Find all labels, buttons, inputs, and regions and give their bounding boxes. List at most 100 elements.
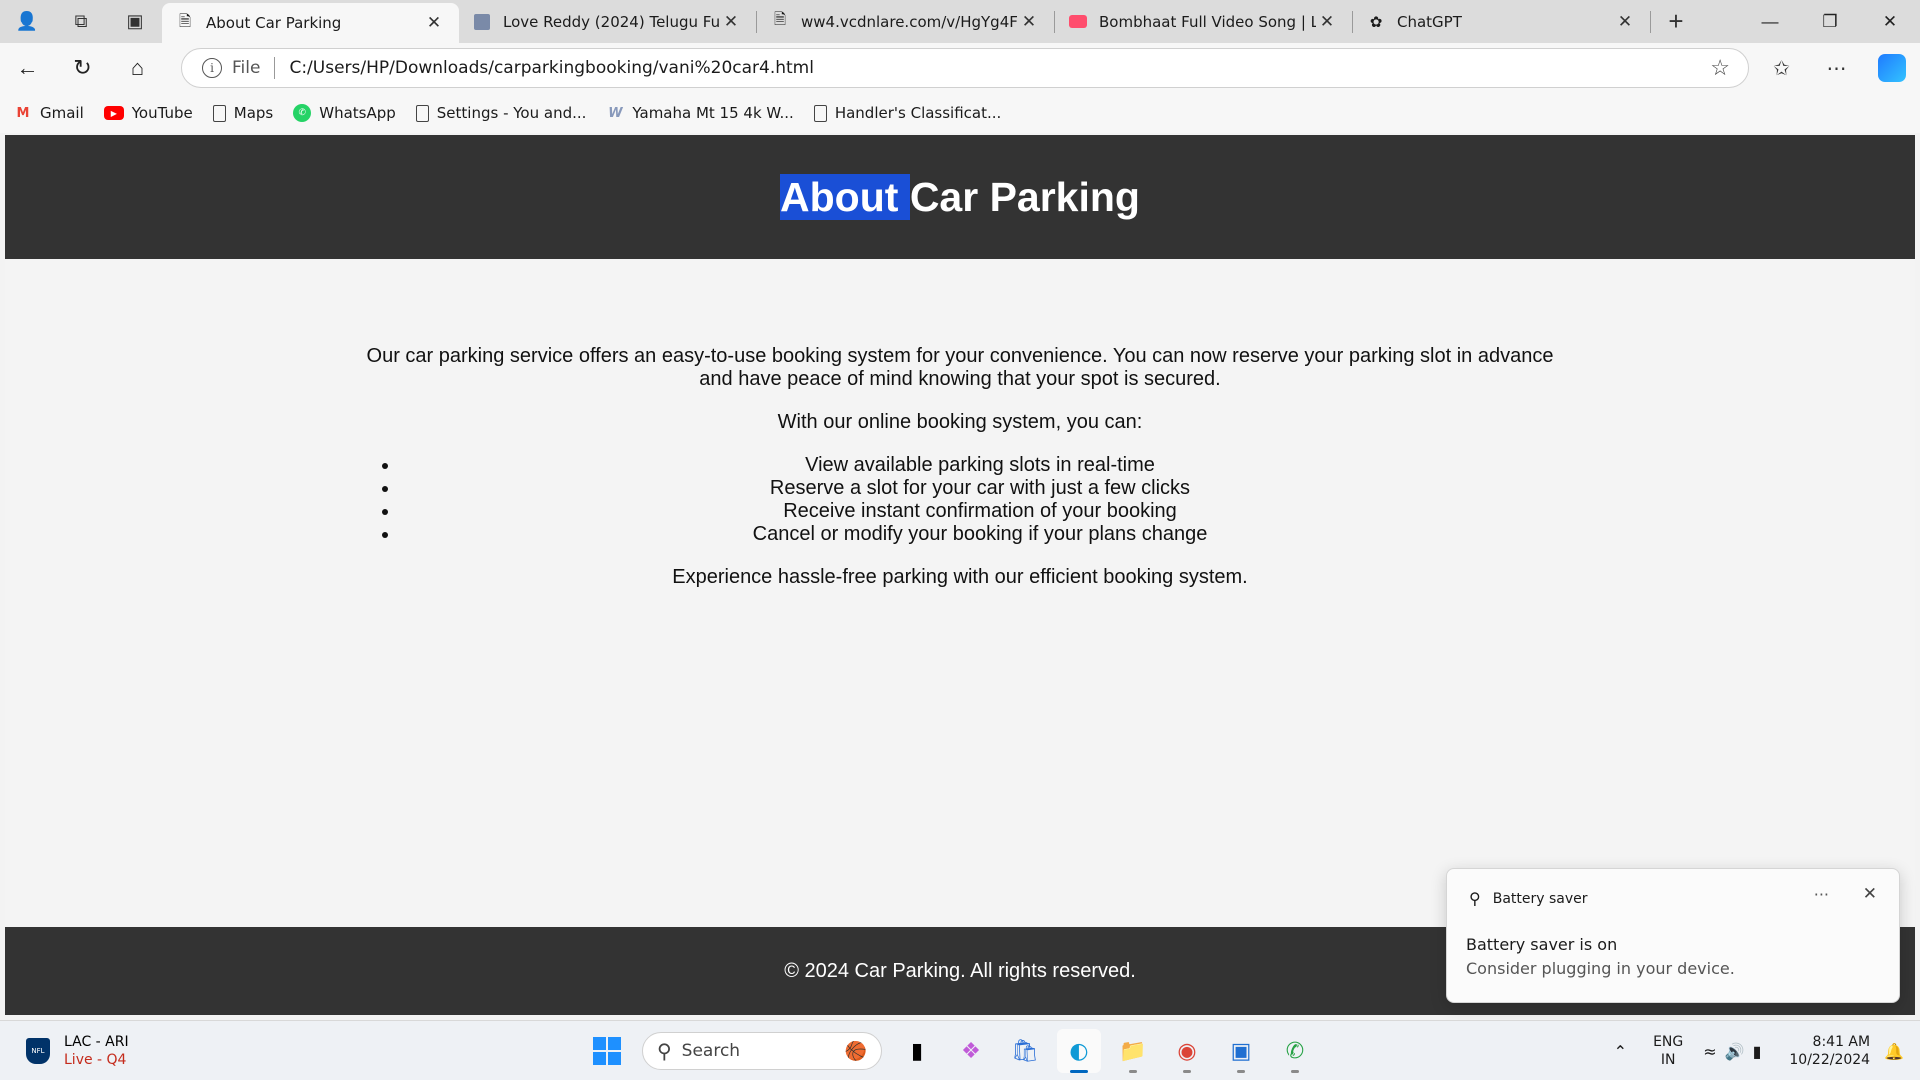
copilot-icon[interactable]	[1878, 54, 1906, 82]
new-tab-button[interactable]: +	[1651, 0, 1701, 43]
url-text[interactable]: C:/Users/HP/Downloads/carparkingbooking/…	[289, 58, 814, 78]
language-indicator[interactable]: ENG IN	[1653, 1033, 1683, 1069]
nfl-icon: NFL	[26, 1038, 50, 1064]
running-indicator	[1129, 1070, 1137, 1073]
bookmark-label: WhatsApp	[319, 104, 396, 122]
profile-icon[interactable]: 👤	[0, 0, 54, 43]
gmail-icon: M	[16, 105, 30, 121]
tab-about-car-parking[interactable]: 🗎 About Car Parking ✕	[162, 3, 459, 43]
more-options-icon[interactable]: ···	[1814, 885, 1829, 904]
tab-strip: 👤 ⧉ ▣ 🗎 About Car Parking ✕ Love Reddy (…	[0, 0, 1920, 43]
bookmark-label: Handler's Classificat...	[834, 104, 1002, 122]
copilot-app[interactable]: ❖	[949, 1029, 993, 1073]
favorites-icon[interactable]: ✩	[1754, 56, 1809, 81]
active-indicator	[1070, 1070, 1088, 1073]
lead-paragraph: With our online booking system, you can:	[777, 411, 1143, 433]
footer-text: © 2024 Car Parking. All rights reserved.	[784, 959, 1136, 982]
chatgpt-icon: ✿	[1369, 12, 1383, 31]
bookmark-label: Gmail	[40, 104, 84, 122]
bookmark-label: YouTube	[131, 104, 193, 122]
bookmark-yamaha[interactable]: W Yamaha Mt 15 4k W...	[606, 104, 794, 122]
edge-icon: ◐	[1069, 1038, 1089, 1064]
store-app[interactable]: 🛍	[1003, 1029, 1047, 1073]
battery-saver-notification[interactable]: ⚲ Battery saver ··· ✕ Battery saver is o…	[1446, 868, 1900, 1003]
windows-icon	[593, 1037, 621, 1065]
address-bar[interactable]: i File C:/Users/HP/Downloads/carparkingb…	[181, 48, 1749, 88]
back-icon[interactable]: ←	[0, 43, 55, 93]
task-view-button[interactable]: ▮	[895, 1029, 939, 1073]
youtube-icon	[1069, 13, 1087, 31]
notification-bell-icon[interactable]: 🔔	[1884, 1042, 1904, 1061]
favorite-star-icon[interactable]: ☆	[1710, 55, 1730, 81]
search-highlight-icon: 🏀	[844, 1040, 867, 1062]
time: 8:41 AM	[1812, 1034, 1871, 1050]
whatsapp-icon: ✆	[293, 104, 312, 122]
refresh-icon[interactable]: ↻	[55, 43, 110, 93]
tab-actions-icon[interactable]: ▣	[108, 0, 162, 43]
tab-vcdnlare[interactable]: 🗎 ww4.vcdnlare.com/v/HgYg4FnMy ✕	[757, 0, 1054, 43]
page-icon: 🗎	[773, 10, 787, 28]
page-icon	[415, 104, 429, 122]
close-icon[interactable]: ✕	[1018, 12, 1040, 32]
bookmarks-bar: M Gmail ▶ YouTube Maps ✆ WhatsApp Settin…	[0, 93, 1920, 133]
chrome-app[interactable]: ◉	[1165, 1029, 1209, 1073]
window-app-icon: ▣	[1230, 1038, 1252, 1064]
sports-widget[interactable]: NFL LAC - ARI Live - Q4	[26, 1033, 129, 1069]
search-placeholder: Search	[681, 1041, 741, 1061]
toast-title: Battery saver is on	[1466, 935, 1618, 954]
bookmark-youtube[interactable]: ▶ YouTube	[103, 104, 193, 122]
list-item: Cancel or modify your booking if your pl…	[400, 523, 1560, 546]
system-tray: ⌃ ENG IN ≈🔊▮ 8:41 AM 10/22/2024 🔔	[1614, 1021, 1920, 1080]
close-icon[interactable]: ✕	[1316, 12, 1338, 32]
whatsapp-app[interactable]: ✆	[1273, 1029, 1317, 1073]
language-code: ENG	[1653, 1034, 1684, 1050]
minimize-icon[interactable]: —	[1740, 0, 1800, 43]
store-icon: 🛍	[1011, 1038, 1039, 1064]
restore-icon[interactable]: ❐	[1800, 0, 1860, 43]
outro-paragraph: Experience hassle-free parking with our …	[672, 566, 1248, 588]
chrome-icon: ◉	[1177, 1038, 1197, 1064]
close-icon[interactable]: ✕	[423, 13, 445, 33]
clock[interactable]: 8:41 AM 10/22/2024	[1789, 1033, 1870, 1069]
taskbar-search[interactable]: ⚲ Search 🏀	[642, 1032, 882, 1070]
tab-bombhaat[interactable]: Bombhaat Full Video Song | Lie V ✕	[1055, 0, 1352, 43]
workspaces-icon[interactable]: ⧉	[54, 0, 108, 43]
home-icon[interactable]: ⌂	[110, 43, 165, 93]
file-explorer-app[interactable]: 📁	[1111, 1029, 1155, 1073]
close-window-icon[interactable]: ✕	[1860, 0, 1920, 43]
close-icon[interactable]: ✕	[1863, 884, 1877, 904]
title-text: Car Parking	[909, 173, 1140, 220]
bookmark-whatsapp[interactable]: ✆ WhatsApp	[293, 104, 396, 122]
selected-title-text: About	[780, 173, 910, 220]
widget-line-2: Live - Q4	[64, 1052, 127, 1068]
window-controls: — ❐ ✕	[1740, 0, 1920, 43]
chevron-up-icon[interactable]: ⌃	[1614, 1042, 1627, 1061]
start-button[interactable]	[585, 1029, 629, 1073]
close-icon[interactable]: ✕	[720, 12, 742, 32]
more-icon[interactable]: ⋯	[1809, 56, 1864, 81]
wallpaper-icon: W	[608, 105, 623, 121]
close-icon[interactable]: ✕	[1614, 12, 1636, 32]
network-volume-battery-icons[interactable]: ≈🔊▮	[1703, 1042, 1769, 1061]
tab-title: About Car Parking	[206, 14, 342, 32]
bookmark-settings[interactable]: Settings - You and...	[415, 104, 586, 122]
tab-love-reddy[interactable]: Love Reddy (2024) Telugu Full Mo ✕	[459, 0, 756, 43]
address-divider	[274, 57, 276, 79]
browser-toolbar: ← ↻ ⌂ i File C:/Users/HP/Downloads/carpa…	[0, 43, 1920, 93]
bookmark-handlers[interactable]: Handler's Classificat...	[813, 104, 1002, 122]
tab-title: ww4.vcdnlare.com/v/HgYg4FnMy	[801, 12, 1018, 31]
info-icon[interactable]: i	[202, 58, 222, 78]
bookmark-label: Maps	[233, 104, 274, 122]
toast-body: Consider plugging in your device.	[1466, 959, 1735, 978]
toast-header: ⚲ Battery saver	[1469, 889, 1588, 908]
tab-chatgpt[interactable]: ✿ ChatGPT ✕	[1353, 0, 1650, 43]
remote-app[interactable]: ▣	[1219, 1029, 1263, 1073]
tab-title: Bombhaat Full Video Song | Lie V	[1099, 12, 1316, 31]
bookmark-maps[interactable]: Maps	[212, 104, 274, 122]
bookmark-gmail[interactable]: M Gmail	[14, 104, 84, 122]
page-icon	[813, 104, 827, 122]
widget-line-1: LAC - ARI	[64, 1034, 129, 1050]
region-code: IN	[1660, 1052, 1676, 1068]
taskbar: NFL LAC - ARI Live - Q4 ⚲ Search 🏀 ▮ ❖ 🛍…	[0, 1020, 1920, 1080]
edge-app[interactable]: ◐	[1057, 1029, 1101, 1073]
